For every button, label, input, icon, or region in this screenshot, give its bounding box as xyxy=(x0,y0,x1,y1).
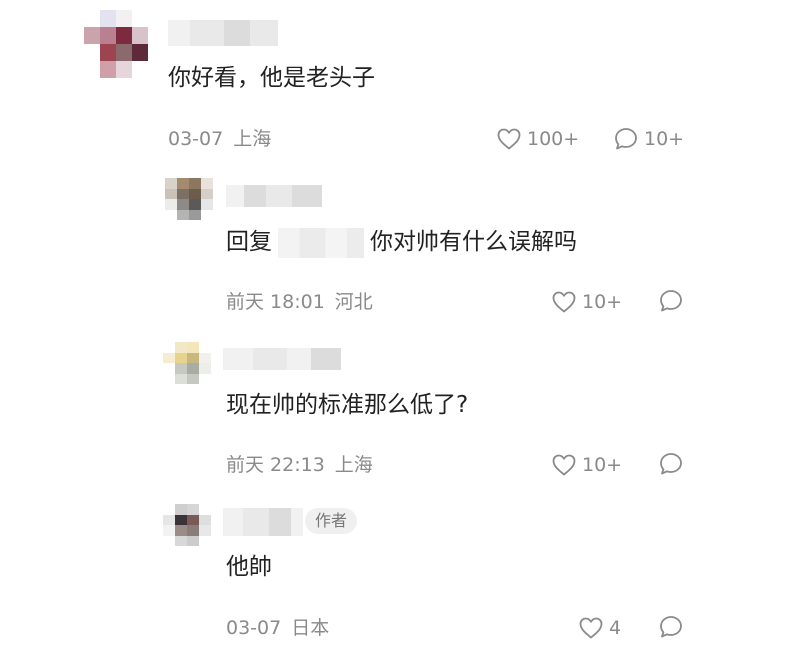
heart-icon xyxy=(552,454,576,476)
comment-meta: 前天 18:01 河北 xyxy=(226,289,373,315)
comment-location: 河北 xyxy=(334,291,373,313)
username-redacted[interactable] xyxy=(223,348,341,370)
avatar[interactable] xyxy=(163,504,211,546)
comment-text-value: 你对帅有什么误解吗 xyxy=(370,229,577,255)
comment-date: 前天 22:13 xyxy=(226,454,325,476)
heart-icon xyxy=(497,128,521,150)
comment-text: 回复 你对帅有什么误解吗 xyxy=(226,227,577,258)
reply-button[interactable] xyxy=(659,452,683,476)
like-count: 4 xyxy=(609,617,622,639)
author-badge: 作者 xyxy=(305,508,358,534)
reply-button[interactable]: 10+ xyxy=(614,126,684,152)
speech-bubble-icon xyxy=(659,452,683,476)
heart-icon xyxy=(552,291,576,313)
like-count: 10+ xyxy=(582,291,623,313)
reply-prefix: 回复 xyxy=(226,229,272,255)
reply-button[interactable] xyxy=(659,615,683,639)
avatar[interactable] xyxy=(165,178,213,220)
comment-thread: 你好看，他是老头子 03-07 上海 100+ 10+ 回复 你对帅有什么误解吗… xyxy=(0,0,800,669)
speech-bubble-icon xyxy=(659,289,683,313)
like-button[interactable]: 100+ xyxy=(497,126,579,152)
reply-count: 10+ xyxy=(644,128,685,150)
comment-text-value: 你好看，他是老头子 xyxy=(168,65,375,91)
comment-location: 上海 xyxy=(334,454,373,476)
comment-date: 03-07 xyxy=(226,617,282,639)
comment-date: 03-07 xyxy=(168,128,224,150)
comment-location: 上海 xyxy=(233,128,272,150)
like-count: 10+ xyxy=(582,454,623,476)
reply-button[interactable] xyxy=(659,289,683,313)
username-redacted[interactable] xyxy=(226,185,322,207)
like-button[interactable]: 10+ xyxy=(552,452,622,478)
like-button[interactable]: 4 xyxy=(579,615,621,641)
like-count: 100+ xyxy=(527,128,580,150)
avatar[interactable] xyxy=(163,342,211,384)
comment-meta: 03-07 上海 xyxy=(168,126,271,152)
speech-bubble-icon xyxy=(659,615,683,639)
mentioned-user-redacted[interactable] xyxy=(278,227,364,258)
comment-text: 现在帅的标准那么低了? xyxy=(226,390,468,420)
like-button[interactable]: 10+ xyxy=(552,289,622,315)
username-redacted[interactable] xyxy=(168,20,278,46)
comment-meta: 03-07 日本 xyxy=(226,615,329,641)
comment-location: 日本 xyxy=(291,617,330,639)
avatar[interactable] xyxy=(84,10,148,78)
comment-text: 他帥 xyxy=(226,552,272,582)
comment-text: 你好看，他是老头子 xyxy=(168,63,375,93)
username-redacted[interactable] xyxy=(223,508,303,536)
speech-bubble-icon xyxy=(614,127,638,151)
comment-text-value: 他帥 xyxy=(226,554,272,580)
comment-text-value: 现在帅的标准那么低了? xyxy=(226,392,469,418)
comment-date: 前天 18:01 xyxy=(226,291,325,313)
comment-meta: 前天 22:13 上海 xyxy=(226,452,373,478)
heart-icon xyxy=(579,617,603,639)
